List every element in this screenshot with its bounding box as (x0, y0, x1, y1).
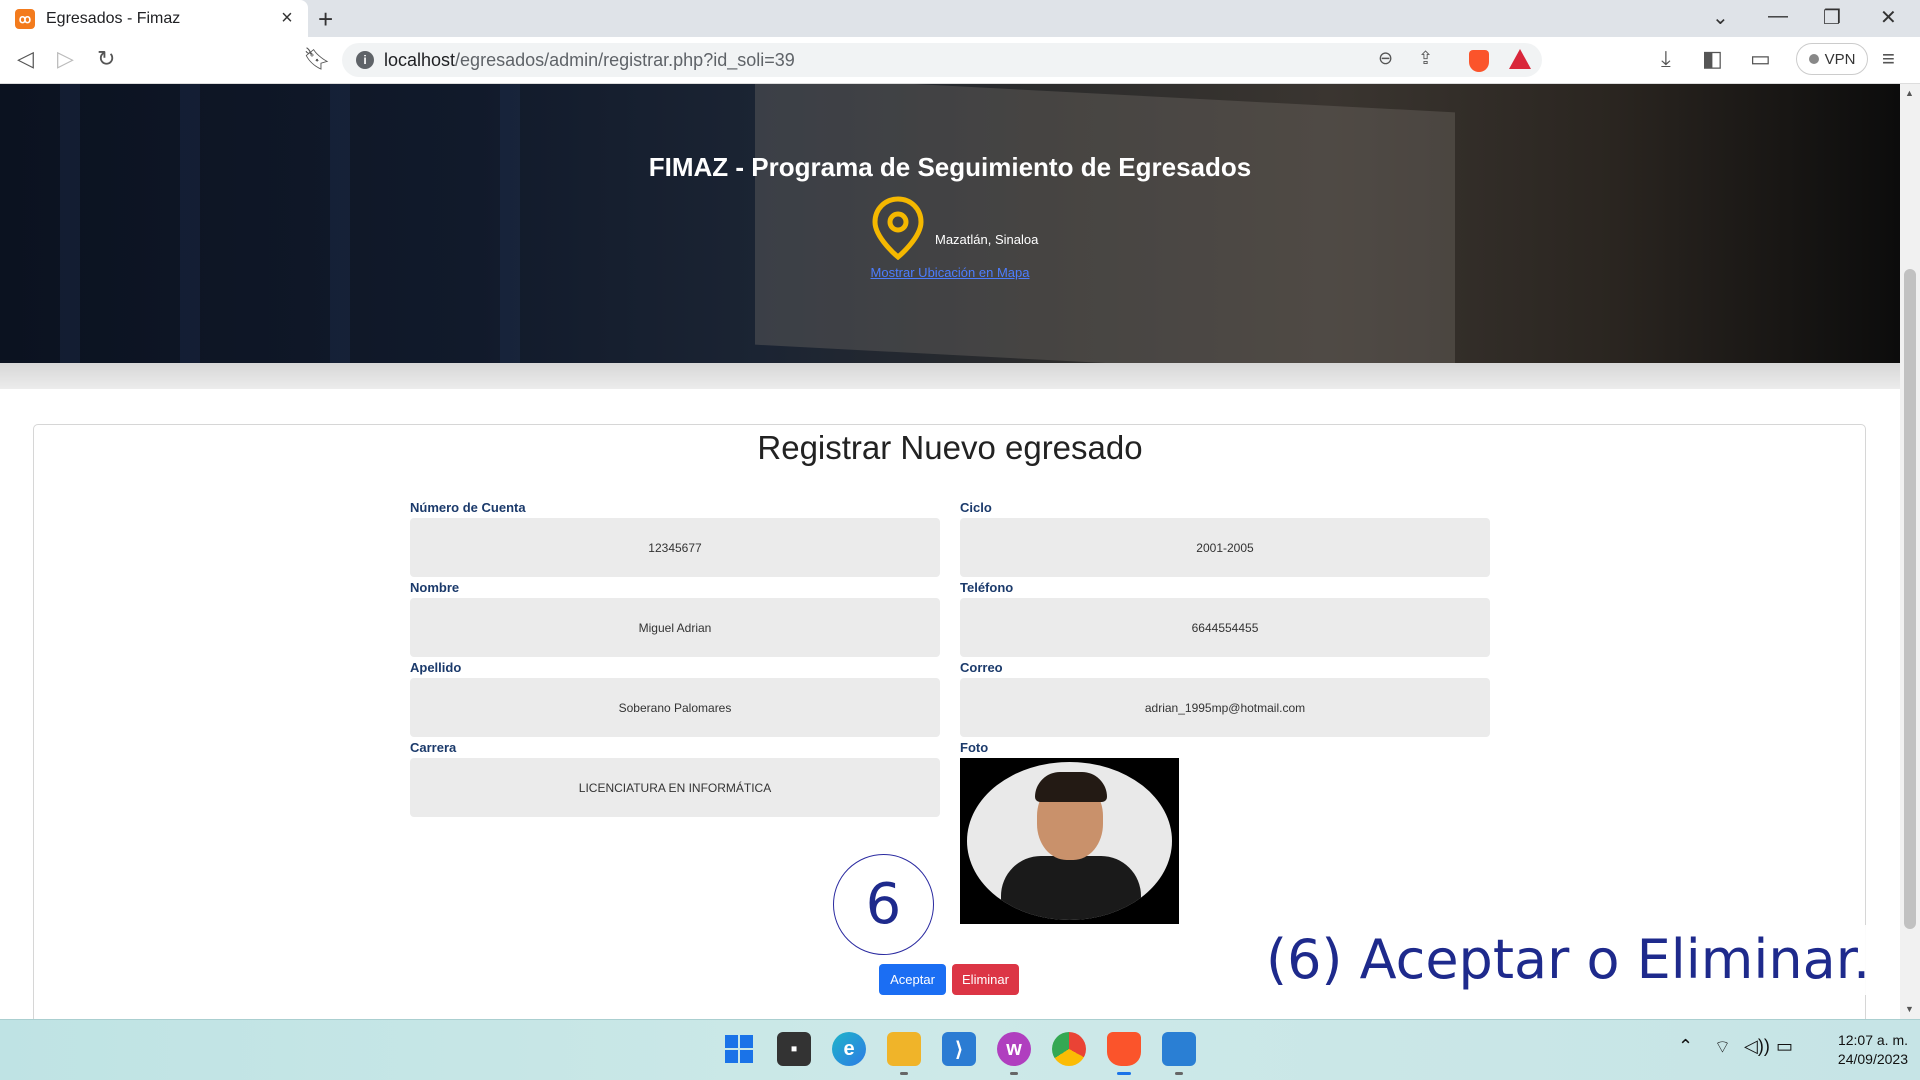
telefono-field[interactable]: 6644554455 (960, 598, 1490, 657)
close-tab-icon[interactable]: × (274, 7, 300, 30)
windows-taskbar: ▪ e ⟩ w ⌃ ⌔ ◁)) ▭ 12:07 a. m. 24/09/2023 (0, 1019, 1920, 1080)
brave-rewards-icon[interactable] (1509, 49, 1531, 69)
location-text: Mazatlán, Sinaloa (935, 232, 1039, 247)
vpn-button[interactable]: VPN (1796, 43, 1868, 75)
tab-list-chevron-icon[interactable]: ⌄ (1712, 5, 1729, 30)
hero-background-decor (330, 84, 350, 363)
apellido-label: Apellido (410, 660, 462, 675)
xampp-icon: ꝏ (15, 8, 35, 29)
correo-field[interactable]: adrian_1995mp@hotmail.com (960, 678, 1490, 737)
step-number-annotation: 6 (833, 854, 934, 955)
nombre-label: Nombre (410, 580, 460, 595)
menu-icon[interactable]: ≡ (1882, 46, 1895, 72)
delete-button[interactable]: Eliminar (952, 964, 1019, 995)
hero-background-image (755, 84, 1455, 382)
downloads-icon[interactable]: ⤓ (1661, 46, 1671, 72)
accept-button[interactable]: Aceptar (879, 964, 946, 995)
vpn-label: VPN (1824, 50, 1856, 68)
correo-label: Correo (960, 660, 1003, 675)
page-title: FIMAZ - Programa de Seguimiento de Egres… (648, 152, 1252, 182)
windows-logo-icon (725, 1035, 753, 1063)
location-pin-icon (872, 196, 924, 260)
chrome-icon[interactable] (1052, 1032, 1086, 1066)
brave-shields-icon[interactable] (1469, 50, 1489, 72)
sidebar-icon[interactable]: ◧ (1702, 46, 1723, 72)
running-indicator (1175, 1072, 1183, 1075)
bookmark-icon[interactable]: 🔖︎ (303, 46, 331, 72)
volume-icon[interactable]: ◁)) (1744, 1036, 1770, 1057)
photo-body (1001, 856, 1141, 920)
wondershare-icon[interactable]: w (997, 1032, 1031, 1075)
close-window-button[interactable]: ✕ (1880, 5, 1897, 30)
hero-background-decor (500, 84, 520, 363)
annotation-caption: (6) Aceptar o Eliminar. (1264, 925, 1889, 995)
profile-photo (960, 758, 1179, 924)
browser-tab-strip: ꝏ Egresados - Fimaz × + ⌄ — ❐ ✕ (0, 0, 1920, 37)
carrera-field[interactable]: LICENCIATURA EN INFORMÁTICA (410, 758, 940, 817)
cuenta-label: Número de Cuenta (410, 500, 526, 515)
ciclo-field[interactable]: 2001-2005 (960, 518, 1490, 577)
forward-button[interactable]: ▷ (57, 46, 74, 72)
url-host: localhost (384, 50, 456, 70)
windows-start-icon[interactable] (722, 1032, 756, 1066)
reload-button[interactable]: ↻ (97, 46, 115, 72)
running-indicator (1010, 1072, 1018, 1075)
system-clock[interactable]: 12:07 a. m. 24/09/2023 (1808, 1031, 1908, 1069)
file-explorer-icon[interactable] (887, 1032, 921, 1075)
scroll-up-arrow-icon[interactable]: ▲ (1905, 88, 1914, 98)
url-path: /egresados/admin/registrar.php?id_soli=3… (455, 50, 795, 70)
tab-title: Egresados - Fimaz (46, 9, 181, 27)
maximize-button[interactable]: ❐ (1823, 5, 1841, 30)
share-icon[interactable]: ⇪ (1418, 48, 1433, 69)
site-info-icon[interactable]: i (356, 51, 374, 69)
page-scrollbar[interactable]: ▲ ▼ (1900, 84, 1920, 1019)
back-button[interactable]: ◁ (17, 46, 34, 72)
hero-background-decor (180, 84, 200, 363)
vscode-icon[interactable]: ⟩ (942, 1032, 976, 1066)
form-title: Registrar Nuevo egresado (757, 429, 1143, 466)
browser-tab[interactable]: ꝏ Egresados - Fimaz × (0, 0, 308, 37)
divider-bar (0, 363, 1900, 389)
wifi-icon[interactable]: ⌔ (1714, 1036, 1731, 1059)
address-bar[interactable]: i localhost/egresados/admin/registrar.ph… (342, 43, 1542, 77)
telefono-label: Teléfono (960, 580, 1014, 595)
zoom-icon[interactable]: ⊖ (1378, 48, 1393, 69)
browser-toolbar: ◁ ▷ ↻ 🔖︎ i localhost/egresados/admin/reg… (0, 37, 1920, 84)
minimize-button[interactable]: — (1768, 5, 1788, 28)
task-view-icon[interactable]: ▪ (777, 1032, 811, 1066)
apellido-field[interactable]: Soberano Palomares (410, 678, 940, 737)
foto-label: Foto (960, 740, 989, 755)
edge-icon[interactable]: e (832, 1032, 866, 1066)
battery-icon[interactable]: ▭ (1776, 1036, 1793, 1057)
clock-date: 24/09/2023 (1837, 1051, 1908, 1067)
brave-icon[interactable] (1107, 1032, 1141, 1075)
photos-icon[interactable] (1162, 1032, 1196, 1075)
clock-time: 12:07 a. m. (1837, 1032, 1908, 1048)
hero-banner: FIMAZ - Programa de Seguimiento de Egres… (0, 84, 1900, 382)
carrera-label: Carrera (410, 740, 457, 755)
hero-background-decor (60, 84, 80, 363)
url-text: localhost/egresados/admin/registrar.php?… (384, 50, 795, 71)
ciclo-label: Ciclo (960, 500, 992, 515)
new-tab-button[interactable]: + (318, 4, 333, 35)
photo-background (967, 762, 1172, 920)
show-hidden-icons-chevron[interactable]: ⌃ (1678, 1036, 1693, 1057)
cuenta-field[interactable]: 12345677 (410, 518, 940, 577)
photo-hair (1035, 772, 1107, 802)
nombre-field[interactable]: Miguel Adrian (410, 598, 940, 657)
scrollbar-thumb[interactable] (1904, 269, 1916, 929)
vpn-status-icon (1808, 54, 1819, 64)
scroll-down-arrow-icon[interactable]: ▼ (1905, 1004, 1914, 1014)
wallet-icon[interactable]: ▭ (1750, 46, 1771, 72)
map-link[interactable]: Mostrar Ubicación en Mapa (0, 265, 1900, 280)
active-indicator (1117, 1072, 1131, 1075)
running-indicator (900, 1072, 908, 1075)
